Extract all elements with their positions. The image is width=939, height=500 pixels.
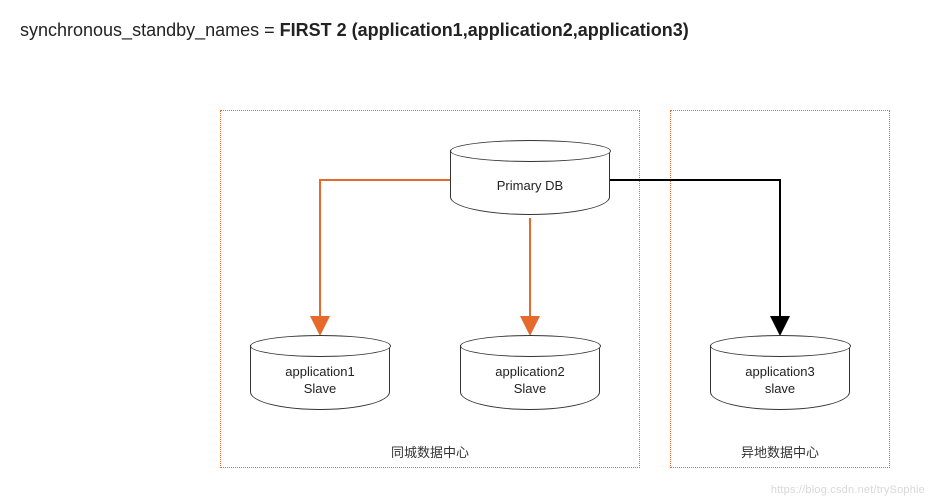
primary-db-node: Primary DB <box>450 150 610 215</box>
local-dc-label: 同城数据中心 <box>221 442 639 461</box>
slave-app2-node: application2 Slave <box>460 345 600 410</box>
config-value: FIRST 2 (application1,application2,appli… <box>280 20 689 40</box>
slave-app3-name: application3 <box>745 364 814 381</box>
config-param: synchronous_standby_names = <box>20 20 280 40</box>
slave-app2-role: Slave <box>514 381 547 398</box>
slave-app2-name: application2 <box>495 364 564 381</box>
diagram-canvas: 同城数据中心 异地数据中心 Primary DB application1 Sl… <box>220 110 900 470</box>
slave-app1-node: application1 Slave <box>250 345 390 410</box>
primary-db-label: Primary DB <box>497 178 563 195</box>
slave-app1-name: application1 <box>285 364 354 381</box>
watermark-text: https://blog.csdn.net/trySophie <box>771 484 925 496</box>
slave-app3-node: application3 slave <box>710 345 850 410</box>
config-heading: synchronous_standby_names = FIRST 2 (app… <box>20 20 689 41</box>
slave-app3-role: slave <box>765 381 795 398</box>
remote-datacenter-region: 异地数据中心 <box>670 110 890 468</box>
slave-app1-role: Slave <box>304 381 337 398</box>
remote-dc-label: 异地数据中心 <box>671 442 889 461</box>
